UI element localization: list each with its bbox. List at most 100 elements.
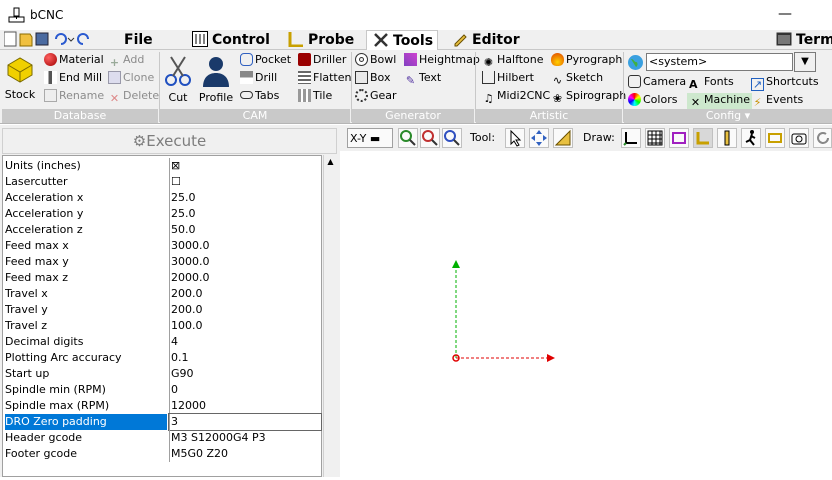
execute-button[interactable]: ⚙Execute: [2, 128, 337, 154]
view-select[interactable]: X-Y ▬: [347, 128, 393, 148]
property-row[interactable]: Travel x 200.0: [3, 286, 321, 302]
quick-access-toolbar[interactable]: [3, 30, 104, 50]
property-value[interactable]: ☐: [169, 174, 321, 190]
property-row[interactable]: DRO Zero padding 3: [3, 413, 322, 431]
box-button[interactable]: Box: [355, 71, 390, 85]
property-value[interactable]: 0: [169, 382, 321, 398]
grid-icon[interactable]: [645, 128, 665, 148]
property-value[interactable]: G90: [169, 366, 321, 382]
property-value[interactable]: 200.0: [169, 302, 321, 318]
minimize-button[interactable]: —: [778, 6, 792, 22]
tabs-button[interactable]: Tabs: [240, 89, 279, 103]
property-value[interactable]: 12000: [169, 398, 321, 414]
property-value[interactable]: 0.1: [169, 350, 321, 366]
property-row[interactable]: Header gcode M3 S12000G4 P3: [3, 430, 321, 446]
machine-button[interactable]: ✕ Machine: [687, 93, 753, 109]
property-row[interactable]: Plotting Arc accuracy 0.1: [3, 350, 321, 366]
property-row[interactable]: Travel z 100.0: [3, 318, 321, 334]
property-value[interactable]: 3000.0: [169, 238, 321, 254]
delete-button[interactable]: ✕ Delete: [108, 89, 159, 105]
property-value[interactable]: 4: [169, 334, 321, 350]
halftone-button[interactable]: ✺ Halftone: [482, 53, 544, 69]
tab-tools[interactable]: Tools: [366, 30, 438, 51]
pocket-button[interactable]: Pocket: [240, 53, 291, 67]
property-value[interactable]: 3000.0: [169, 254, 321, 270]
zoom-out-icon[interactable]: [420, 128, 440, 148]
events-button[interactable]: ⚡ Events: [751, 93, 804, 109]
tab-editor[interactable]: Editor: [452, 30, 520, 50]
property-row[interactable]: Start up G90: [3, 366, 321, 382]
select-cursor-icon[interactable]: [505, 128, 525, 148]
properties-scrollbar[interactable]: ▲: [323, 155, 337, 477]
config-group-label[interactable]: Config ▾: [624, 109, 832, 123]
property-row[interactable]: Lasercutter ☐: [3, 174, 321, 190]
property-value[interactable]: 3: [168, 413, 322, 431]
property-row[interactable]: Units (inches) ⊠: [3, 158, 321, 174]
workarea-icon[interactable]: [693, 128, 713, 148]
axes-icon[interactable]: [621, 128, 641, 148]
property-value[interactable]: 50.0: [169, 222, 321, 238]
property-value[interactable]: 2000.0: [169, 270, 321, 286]
property-value[interactable]: 200.0: [169, 286, 321, 302]
property-value[interactable]: 100.0: [169, 318, 321, 334]
heightmap-button[interactable]: Heightmap: [404, 53, 480, 67]
refresh-icon[interactable]: [813, 128, 832, 148]
hilbert-button[interactable]: Hilbert: [482, 71, 534, 85]
profile-button[interactable]: Profile: [198, 54, 234, 104]
tab-file[interactable]: File: [124, 30, 153, 50]
driller-button[interactable]: Driller: [298, 53, 346, 67]
property-row[interactable]: Acceleration x 25.0: [3, 190, 321, 206]
property-value[interactable]: 25.0: [169, 190, 321, 206]
fonts-button[interactable]: A Fonts: [689, 75, 734, 91]
property-row[interactable]: Feed max z 2000.0: [3, 270, 321, 286]
tab-probe[interactable]: Probe: [288, 30, 354, 50]
colors-button[interactable]: Colors: [628, 93, 677, 107]
property-row[interactable]: Decimal digits 4: [3, 334, 321, 350]
zoom-in-icon[interactable]: [398, 128, 418, 148]
property-row[interactable]: Feed max x 3000.0: [3, 238, 321, 254]
bowl-button[interactable]: Bowl: [355, 53, 396, 67]
endmill-button[interactable]: End Mill: [44, 71, 102, 85]
spirograph-button[interactable]: ❀ Spirograph: [551, 89, 626, 105]
rapid-motion-icon[interactable]: [741, 128, 761, 148]
property-row[interactable]: Spindle max (RPM) 12000: [3, 398, 321, 414]
property-row[interactable]: Acceleration z 50.0: [3, 222, 321, 238]
property-value[interactable]: M5G0 Z20: [169, 446, 321, 462]
stock-button[interactable]: Stock: [4, 55, 36, 101]
shortcuts-button[interactable]: ↗ Shortcuts: [751, 75, 819, 91]
add-button[interactable]: + Add: [108, 53, 144, 69]
tab-control[interactable]: Control: [192, 30, 270, 50]
material-button[interactable]: Material: [44, 53, 104, 67]
property-value[interactable]: 25.0: [169, 206, 321, 222]
property-value[interactable]: M3 S12000G4 P3: [169, 430, 321, 446]
clone-button[interactable]: Clone: [108, 71, 154, 85]
cut-button[interactable]: Cut: [162, 54, 194, 104]
property-row[interactable]: Acceleration y 25.0: [3, 206, 321, 222]
camera-view-icon[interactable]: [789, 128, 809, 148]
tile-button[interactable]: Tile: [298, 89, 332, 103]
ruler-icon[interactable]: [553, 128, 573, 148]
camera-button[interactable]: Camera: [628, 75, 686, 89]
property-row[interactable]: Footer gcode M5G0 Z20: [3, 446, 321, 462]
midi2cnc-button[interactable]: ♫ Midi2CNC: [482, 89, 551, 105]
language-select[interactable]: <system>: [646, 53, 793, 71]
tab-term[interactable]: Term: [776, 30, 832, 50]
property-row[interactable]: Travel y 200.0: [3, 302, 321, 318]
pyrograph-button[interactable]: Pyrograph: [551, 53, 622, 67]
flatten-button[interactable]: Flatten: [298, 71, 352, 85]
sketch-button[interactable]: ∿ Sketch: [551, 71, 603, 87]
text-button[interactable]: ✎ Text: [404, 71, 441, 87]
drawing-canvas[interactable]: [345, 151, 832, 477]
margins-icon[interactable]: [669, 128, 689, 148]
property-row[interactable]: Spindle min (RPM) 0: [3, 382, 321, 398]
zoom-fit-icon[interactable]: [442, 128, 462, 148]
rename-button[interactable]: Rename: [44, 89, 104, 103]
quick-access-icons[interactable]: [3, 30, 104, 48]
paths-icon[interactable]: [765, 128, 785, 148]
property-row[interactable]: Feed max y 3000.0: [3, 254, 321, 270]
gear-button[interactable]: Gear: [355, 89, 397, 103]
pan-icon[interactable]: [529, 128, 549, 148]
probe-draw-icon[interactable]: [717, 128, 737, 148]
property-value[interactable]: ⊠: [169, 158, 321, 174]
scroll-up-icon[interactable]: ▲: [324, 155, 337, 169]
